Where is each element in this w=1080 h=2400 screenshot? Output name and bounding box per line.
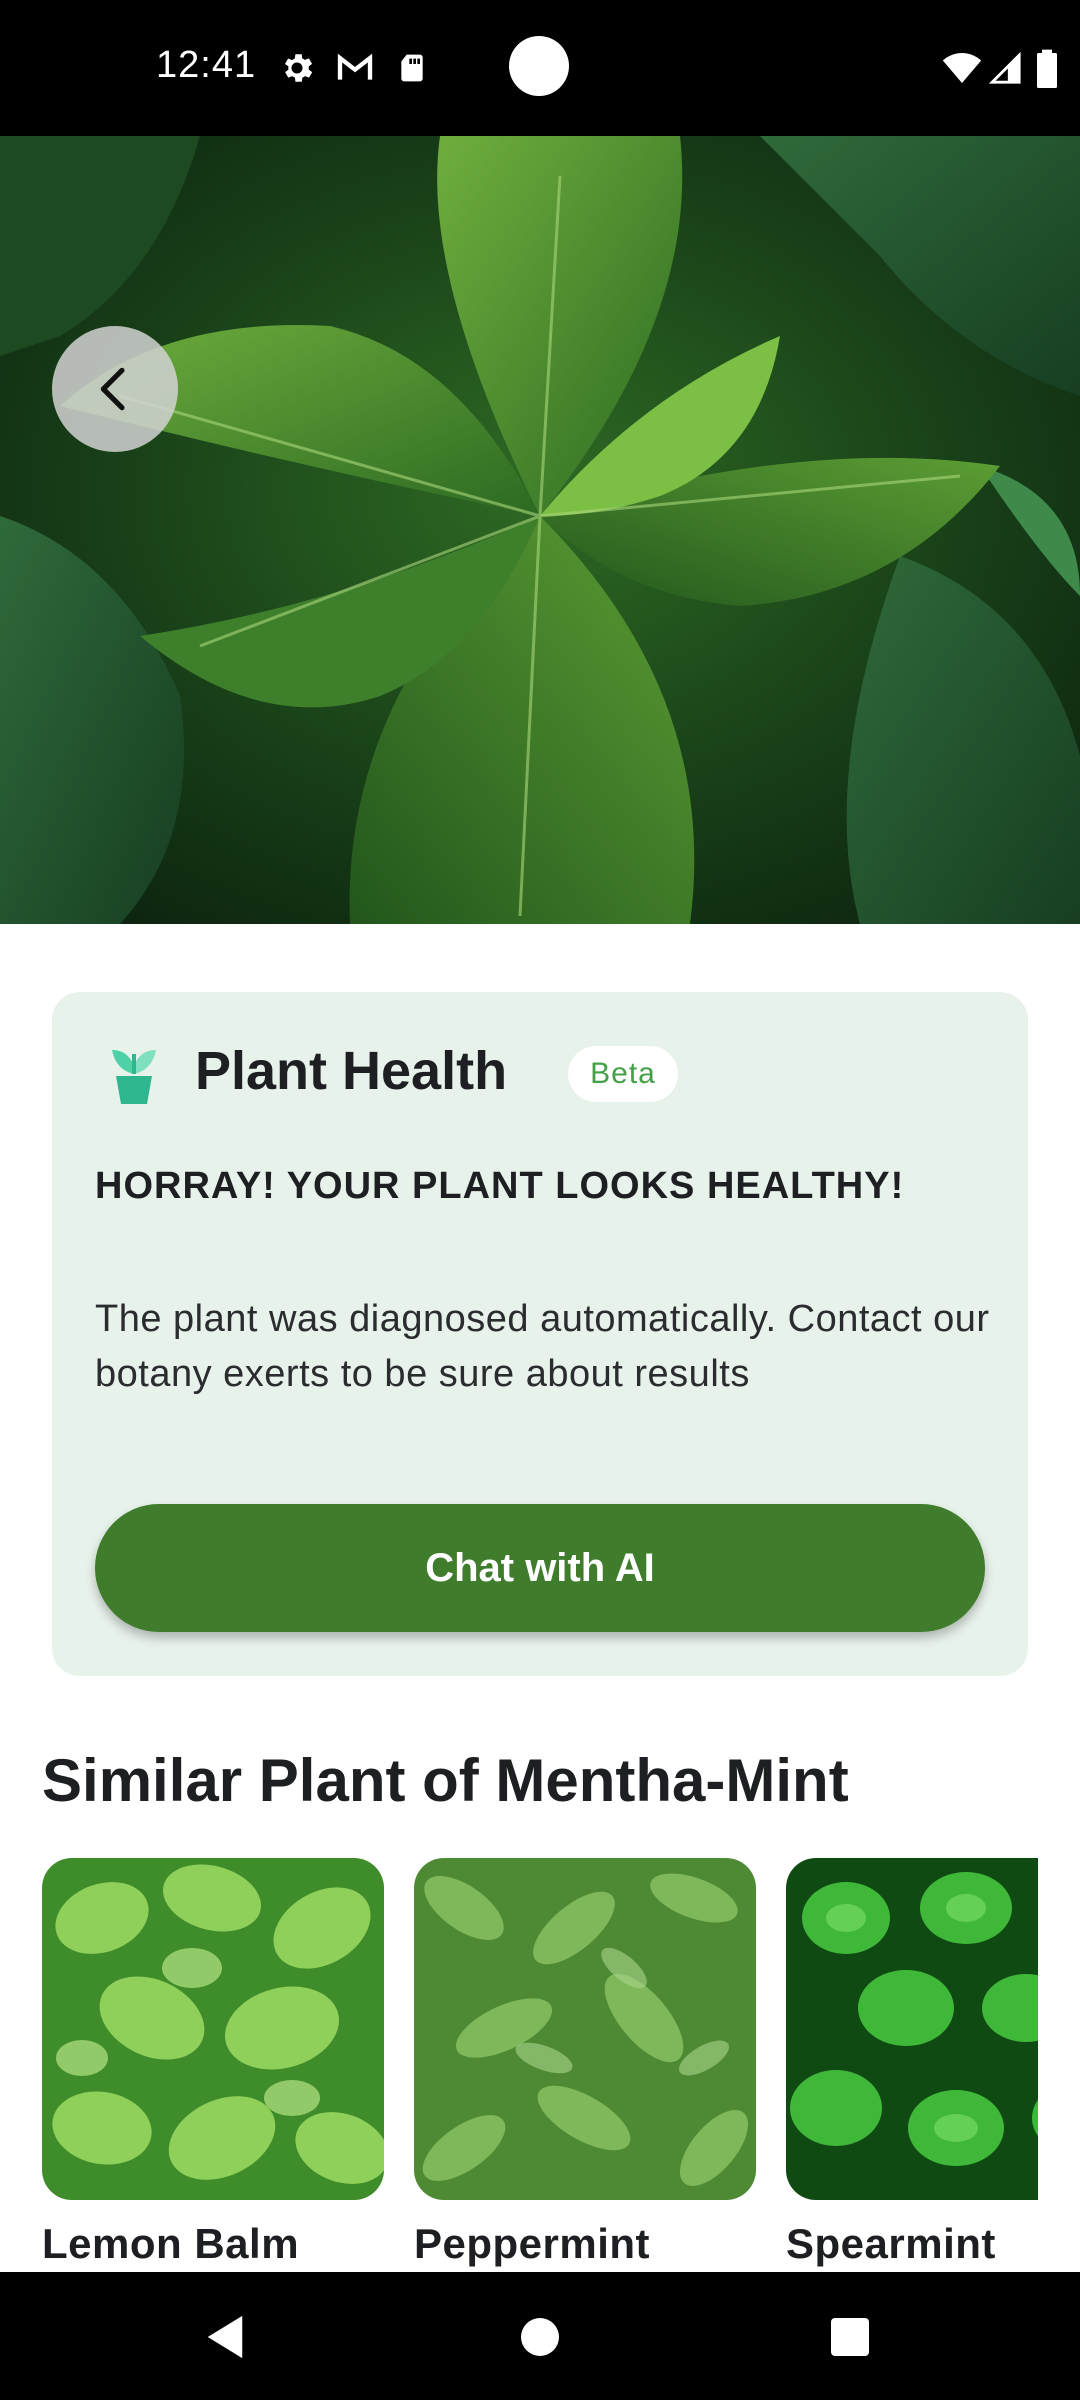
potted-plant-icon [112, 1050, 156, 1104]
plant-card-spearmint[interactable]: Spearmint [786, 1858, 1038, 2268]
lemon-balm-photo [42, 1858, 384, 2200]
similar-plants-title: Similar Plant of Mentha-Mint [42, 1747, 849, 1814]
health-description: The plant was diagnosed automatically. C… [95, 1298, 990, 1395]
gmail-icon [337, 53, 373, 80]
plant-name: Lemon Balm [42, 2220, 300, 2267]
plant-health-card: Plant Health Beta HORRAY! YOUR PLANT LOO… [52, 992, 1028, 1676]
beta-badge: Beta [568, 1046, 678, 1102]
system-nav-bar [0, 2272, 1080, 2400]
back-button[interactable] [52, 326, 178, 452]
sd-card-icon [401, 54, 423, 82]
status-time: 12:41 [156, 44, 257, 86]
chat-with-ai-button[interactable]: Chat with AI [95, 1504, 985, 1632]
nettle-plant-photo [0, 136, 1080, 924]
home-circle-icon [521, 2318, 559, 2356]
settings-icon [284, 54, 313, 82]
spearmint-photo [786, 1858, 1038, 2200]
peppermint-photo [414, 1858, 756, 2200]
plant-hero-image [0, 136, 1080, 924]
battery-icon [1037, 49, 1057, 88]
wifi-icon [942, 53, 982, 83]
recents-square-icon [831, 2318, 869, 2356]
nav-back-button[interactable] [190, 2302, 260, 2372]
plant-health-title: Plant Health [195, 1041, 508, 1101]
plant-card-lemon-balm[interactable]: Lemon Balm [42, 1858, 384, 2268]
camera-cutout [509, 36, 569, 96]
nav-home-button[interactable] [505, 2302, 575, 2372]
plant-name: Peppermint [414, 2220, 651, 2267]
status-bar: 12:41 [0, 0, 1080, 136]
plant-name: Spearmint [786, 2220, 996, 2267]
chevron-left-icon [100, 367, 125, 411]
back-triangle-icon [207, 2315, 243, 2359]
plant-card-peppermint[interactable]: Peppermint [414, 1858, 756, 2268]
cellular-signal-icon [988, 51, 1021, 84]
nav-recents-button[interactable] [815, 2302, 885, 2372]
similar-plants-list[interactable]: Lemon Balm Peppermint Spearmint [0, 1858, 1038, 2270]
health-headline: HORRAY! YOUR PLANT LOOKS HEALTHY! [95, 1165, 905, 1207]
